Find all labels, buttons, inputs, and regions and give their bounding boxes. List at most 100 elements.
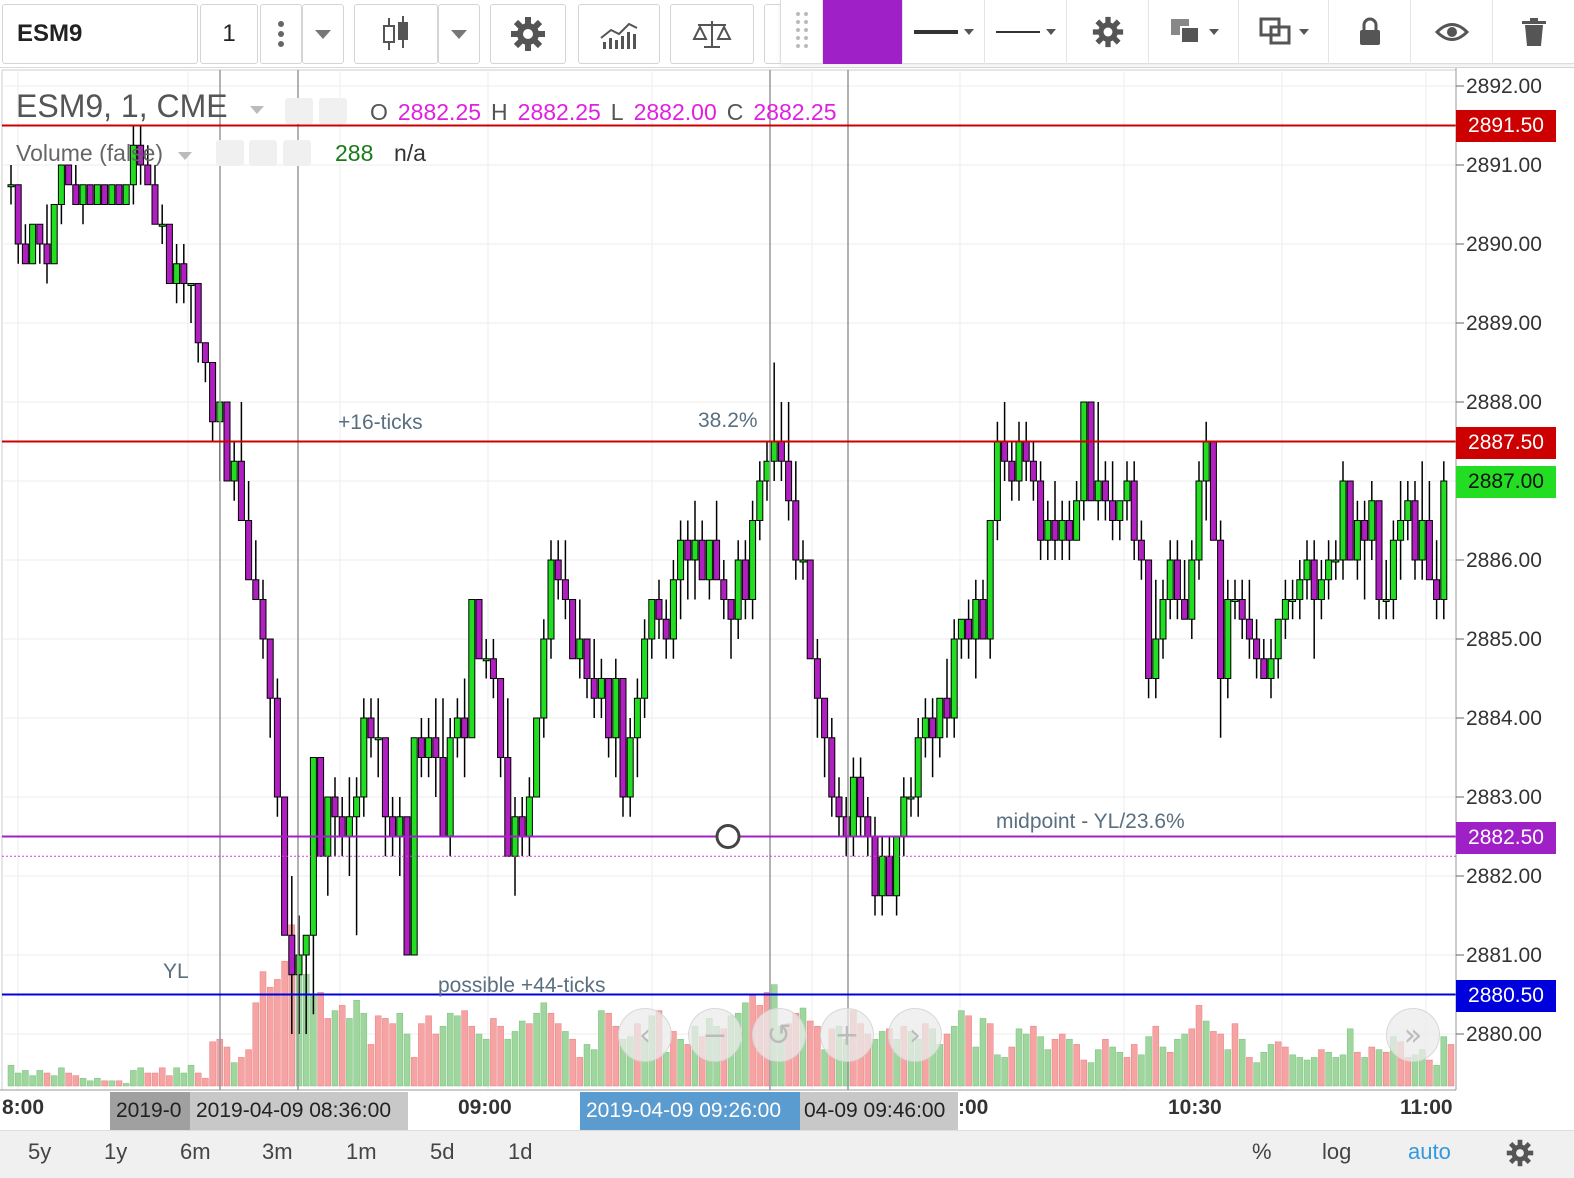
candle-body	[43, 243, 51, 265]
candle-body	[396, 816, 404, 837]
chart-type-dropdown-button[interactable]	[438, 4, 480, 64]
range-1d-button[interactable]: 1d	[508, 1139, 532, 1165]
auto-scale-button[interactable]: auto	[1408, 1139, 1451, 1165]
volume-bar	[482, 1038, 490, 1087]
volume-bar	[58, 1067, 65, 1087]
range-1y-button[interactable]: 1y	[104, 1139, 127, 1165]
volume-bar	[547, 1012, 555, 1087]
compare-button[interactable]	[670, 4, 754, 64]
range-3m-button[interactable]: 3m	[262, 1139, 293, 1165]
candle-body	[540, 638, 548, 719]
reset-zoom-button[interactable]: ↺	[752, 1008, 806, 1062]
candle-body	[878, 855, 886, 897]
interval-more-button[interactable]	[260, 4, 302, 64]
candle-body	[756, 480, 764, 521]
price-chart[interactable]: 2892.00 2891.00 2890.00 2889.00 2888.00 2887.…	[0, 68, 1574, 1130]
line-color-button[interactable]	[823, 0, 903, 64]
volume-bar	[461, 1010, 468, 1087]
candle-body	[338, 816, 346, 837]
volume-bar	[1267, 1044, 1275, 1087]
drawing-settings-button[interactable]	[1067, 0, 1149, 64]
candle-body	[1260, 658, 1268, 679]
lock-button[interactable]	[1329, 0, 1411, 64]
volume-visibility-button[interactable]	[216, 140, 244, 166]
annotation-yl[interactable]: YL	[163, 960, 189, 984]
time-tick-label: 09:00	[458, 1096, 512, 1119]
series-menu-caret[interactable]	[250, 106, 264, 114]
visibility-button[interactable]	[1411, 0, 1493, 64]
candle-body	[266, 638, 274, 699]
candle-body	[605, 678, 613, 739]
volume-bar	[1318, 1049, 1325, 1087]
volume-bar	[1332, 1057, 1340, 1087]
interval-input[interactable]: 1	[200, 4, 258, 64]
annotation-midpoint[interactable]: midpoint - YL/23.6%	[996, 810, 1185, 834]
zoom-out-button[interactable]: −	[688, 1008, 742, 1062]
delete-drawing-button[interactable]	[1493, 0, 1574, 64]
candle-body	[475, 599, 483, 660]
interval-dropdown-button[interactable]	[302, 4, 344, 64]
z-order-button[interactable]	[1149, 0, 1239, 64]
low-key: L	[610, 99, 624, 125]
candle-body	[1224, 599, 1232, 679]
scroll-left-button[interactable]: ‹	[618, 1008, 672, 1062]
volume-bar	[1246, 1057, 1253, 1087]
zoom-in-button[interactable]: +	[820, 1008, 874, 1062]
line-handle	[715, 824, 741, 849]
volume-bar	[1138, 1054, 1145, 1087]
line-style-button[interactable]	[985, 0, 1067, 64]
low-value: 2882.00	[633, 99, 717, 125]
volume-settings-button[interactable]	[249, 140, 277, 166]
candle-body	[158, 223, 166, 227]
volume-bar	[1296, 1057, 1304, 1087]
range-5d-button[interactable]: 5d	[430, 1139, 454, 1165]
range-1m-button[interactable]: 1m	[346, 1139, 377, 1165]
volume-bar	[1325, 1051, 1332, 1087]
chart-type-button[interactable]	[354, 4, 438, 64]
candle-body	[29, 223, 37, 265]
annotation-fib-38[interactable]: 38.2%	[698, 409, 758, 433]
volume-bar	[1289, 1054, 1296, 1087]
candle-body	[684, 539, 692, 561]
volume-bar	[1339, 1054, 1347, 1087]
annotation-44-ticks[interactable]: possible +44-ticks	[438, 974, 606, 998]
candle-body	[1181, 599, 1189, 620]
candle-body	[1317, 579, 1325, 600]
log-scale-button[interactable]: log	[1322, 1139, 1351, 1165]
range-5y-button[interactable]: 5y	[28, 1139, 51, 1165]
drag-handle[interactable]	[781, 0, 823, 64]
indicators-button[interactable]	[578, 4, 660, 64]
line-width-button[interactable]	[903, 0, 985, 64]
candle-body	[417, 737, 425, 758]
series-title: ESM9, 1, CME	[16, 88, 228, 124]
price-tick-label: 2880.00	[1466, 1023, 1542, 1046]
symbol-search[interactable]: ESM9	[2, 4, 198, 64]
volume-remove-button[interactable]	[283, 140, 311, 166]
candle-body	[1231, 599, 1239, 602]
eye-icon	[1434, 23, 1469, 41]
clone-button[interactable]	[1239, 0, 1329, 64]
range-6m-button[interactable]: 6m	[180, 1139, 211, 1165]
candle-body	[173, 263, 181, 284]
price-tick-label: 2881.00	[1466, 944, 1542, 967]
candle-body	[1325, 559, 1333, 581]
scroll-right-button[interactable]: ›	[888, 1008, 942, 1062]
volume-bar	[1253, 1062, 1260, 1087]
candle-body	[777, 441, 785, 462]
settings-button[interactable]	[490, 4, 566, 64]
chevron-down-icon	[963, 29, 974, 35]
gear-icon[interactable]	[1506, 1139, 1534, 1167]
candle-body	[698, 539, 706, 581]
volume-menu-caret[interactable]	[178, 152, 192, 160]
candle-body	[612, 678, 620, 739]
price-axis-background	[1456, 68, 1574, 1092]
annotation-16-ticks[interactable]: +16-ticks	[338, 411, 423, 435]
series-visibility-button[interactable]	[285, 98, 313, 124]
candle-body	[936, 697, 944, 739]
volume-bar	[1361, 1057, 1368, 1087]
volume-bar	[605, 1012, 612, 1087]
vertical-dots-icon	[278, 21, 284, 47]
series-settings-button[interactable]	[319, 98, 347, 124]
scroll-to-realtime-button[interactable]: »	[1386, 1008, 1440, 1062]
percent-scale-button[interactable]: %	[1252, 1139, 1272, 1165]
